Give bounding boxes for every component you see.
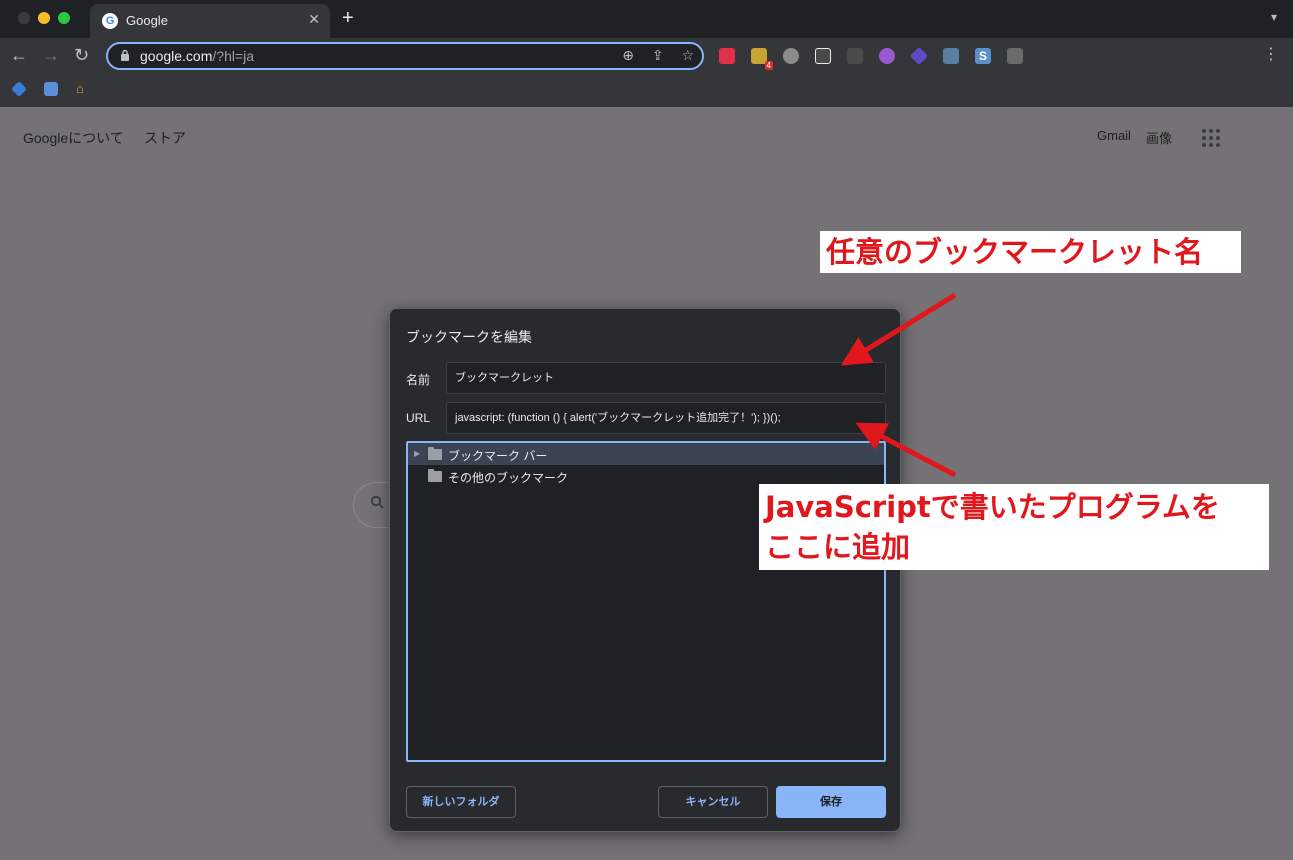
folder-row-bookmark-bar[interactable]: ▶ ブックマーク バー: [408, 443, 884, 465]
images-link[interactable]: 画像: [1146, 128, 1172, 147]
google-favicon-icon: G: [102, 13, 118, 29]
search-icon: [370, 495, 384, 513]
reload-icon[interactable]: ↻: [74, 45, 89, 65]
url-text: google.com/?hl=ja: [140, 48, 255, 64]
bookmark-star-icon[interactable]: ☆: [681, 47, 694, 63]
tab-title: Google: [126, 13, 168, 28]
window-maximize-button[interactable]: [58, 12, 70, 24]
home-bookmark-icon[interactable]: ⌂: [76, 82, 90, 96]
url-input[interactable]: javascript: (function () { alert('ブックマーク…: [446, 402, 886, 434]
lock-icon: [120, 49, 130, 64]
folder-label: その他のブックマーク: [448, 471, 569, 485]
browser-menu-icon[interactable]: ⋮: [1263, 46, 1279, 64]
extension-badge-icon[interactable]: 4: [751, 48, 773, 70]
window-extension-icon[interactable]: [847, 48, 863, 64]
name-input[interactable]: ブックマークレット: [446, 362, 886, 394]
tab-search-chevron-icon[interactable]: ▾: [1271, 10, 1277, 24]
edit-bookmark-dialog: ブックマークを編集 名前 ブックマークレット URL javascript: (…: [389, 308, 901, 832]
address-bar[interactable]: google.com/?hl=ja ⊕ ⇪ ☆: [106, 42, 704, 70]
back-icon[interactable]: ←: [10, 45, 28, 65]
cancel-button[interactable]: キャンセル: [658, 786, 768, 818]
gear-extension-icon[interactable]: [783, 48, 799, 64]
about-google-link[interactable]: Googleについて: [23, 128, 124, 148]
bookmark-1-icon[interactable]: [11, 81, 27, 97]
zoom-icon[interactable]: ⊕: [622, 47, 634, 63]
tab-close-icon[interactable]: ✕: [308, 11, 320, 28]
browser-toolbar: ← → ↻ google.com/?hl=ja ⊕ ⇪ ☆ 4 S ⋮: [0, 38, 1293, 74]
google-apps-icon[interactable]: [1202, 129, 1220, 147]
dialog-title: ブックマークを編集: [406, 329, 532, 345]
url-callout: JavaScriptで書いたプログラムを ここに追加: [759, 484, 1269, 570]
grid-extension-icon[interactable]: [1007, 48, 1023, 64]
folder-label: ブックマーク バー: [448, 449, 548, 463]
forward-icon[interactable]: →: [42, 45, 60, 65]
diamond-extension-icon[interactable]: [909, 46, 929, 66]
url-label: URL: [406, 411, 431, 425]
s-extension-icon[interactable]: S: [975, 48, 991, 64]
store-link[interactable]: ストア: [144, 128, 186, 148]
checklist-extension-icon[interactable]: [815, 48, 831, 64]
expand-arrow-icon[interactable]: ▶: [414, 449, 420, 458]
folder-icon: [428, 447, 442, 460]
url-callout-line2: ここに追加: [765, 530, 911, 564]
purple-extension-icon[interactable]: [879, 48, 895, 64]
new-tab-icon[interactable]: +: [342, 7, 354, 30]
tab-strip: G Google ✕ + ▾: [0, 0, 1293, 38]
tools-extension-icon[interactable]: [943, 48, 959, 64]
calendar-bookmark-icon[interactable]: [44, 82, 58, 96]
bookmark-bar: ⌂: [0, 74, 1293, 107]
gmail-link[interactable]: Gmail: [1097, 128, 1131, 143]
new-folder-button[interactable]: 新しいフォルダ: [406, 786, 516, 818]
save-button[interactable]: 保存: [776, 786, 886, 818]
folder-icon: [428, 469, 442, 482]
name-label: 名前: [406, 373, 431, 387]
pocket-extension-icon[interactable]: [719, 48, 735, 64]
window-close-button[interactable]: [18, 12, 30, 24]
url-callout-line1: JavaScriptで書いたプログラムを: [765, 490, 1220, 524]
browser-tab[interactable]: G Google ✕: [90, 4, 330, 38]
share-icon[interactable]: ⇪: [652, 47, 664, 63]
name-callout: 任意のブックマークレット名: [820, 231, 1241, 273]
window-minimize-button[interactable]: [38, 12, 50, 24]
extension-badge-count: 4: [764, 61, 773, 70]
